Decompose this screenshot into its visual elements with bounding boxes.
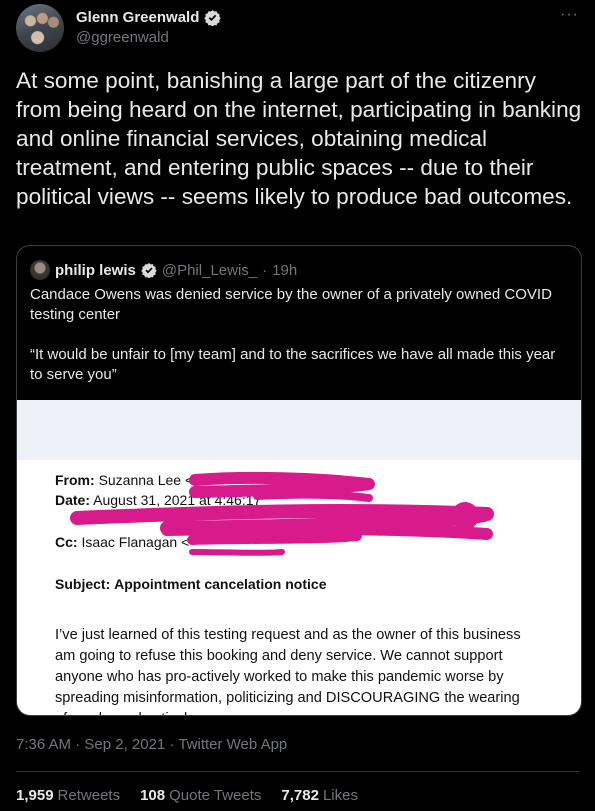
separator-dot: ·: [262, 261, 268, 279]
divider: [16, 771, 579, 772]
retweets-stat[interactable]: 1,959 Retweets: [16, 787, 120, 804]
quoted-text-paragraph-1: Candace Owens was denied service by the …: [30, 286, 552, 323]
tweet-header: Glenn Greenwald @ggreenwald ···: [16, 4, 579, 54]
verified-badge-icon: [141, 263, 157, 278]
author-name[interactable]: Glenn Greenwald: [76, 9, 199, 26]
verified-badge-icon: [204, 10, 222, 26]
retweets-label: Retweets: [57, 787, 121, 804]
quoted-text-paragraph-2: “It would be unfair to [my team] and to …: [30, 346, 556, 383]
quote-tweets-label: Quote Tweets: [169, 787, 262, 804]
retweets-count: 1,959: [16, 787, 54, 804]
tweet-text: At some point, banishing a large part of…: [16, 68, 582, 209]
quote-tweets-stat[interactable]: 108 Quote Tweets: [140, 787, 261, 804]
tweet-timestamp[interactable]: 7:36 AM · Sep 2, 2021 · Twitter Web App: [16, 736, 287, 753]
author-handle[interactable]: @ggreenwald: [76, 29, 169, 46]
likes-count: 7,782: [281, 787, 319, 804]
redaction-scribble: [70, 471, 494, 556]
author-avatar[interactable]: [16, 4, 64, 52]
more-horizontal-icon[interactable]: ···: [560, 6, 579, 24]
quoted-author-avatar[interactable]: [30, 260, 50, 280]
author-name-row[interactable]: Glenn Greenwald: [76, 9, 222, 26]
likes-stat[interactable]: 7,782 Likes: [281, 787, 358, 804]
quoted-tweet-text: Candace Owens was denied service by the …: [30, 285, 565, 405]
quoted-author-handle[interactable]: @Phil_Lewis_: [162, 262, 257, 279]
quoted-tweet-header: philip lewis @Phil_Lewis_ · 19h: [30, 260, 297, 280]
quoted-tweet[interactable]: philip lewis @Phil_Lewis_ · 19h Candace …: [16, 245, 582, 716]
quoted-media-image[interactable]: From: Suzanna Lee < Date: August 31, 202…: [17, 400, 581, 715]
engagement-stats: 1,959 Retweets 108 Quote Tweets 7,782 Likes: [16, 787, 358, 804]
quote-tweets-count: 108: [140, 787, 166, 804]
likes-label: Likes: [322, 787, 358, 804]
quoted-author-name[interactable]: philip lewis: [55, 262, 136, 279]
quoted-tweet-age[interactable]: 19h: [272, 262, 297, 279]
